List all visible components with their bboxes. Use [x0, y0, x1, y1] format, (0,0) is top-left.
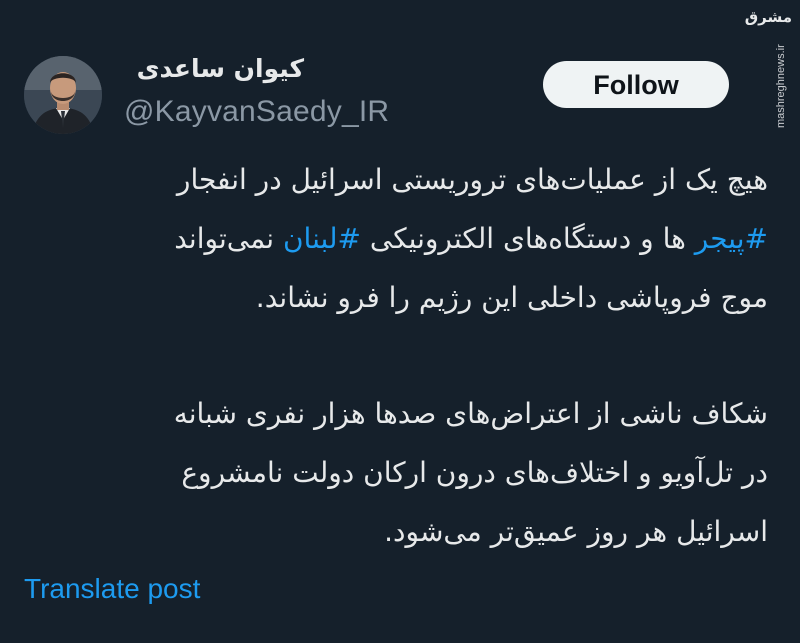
tweet-line: اسرائیل هر روز عمیق‌تر می‌شود.	[24, 502, 768, 561]
user-handle[interactable]: @KayvanSaedy_IR	[124, 94, 389, 130]
tweet-text: هیچ یک از عملیات‌های تروریستی اسرائیل در…	[24, 150, 768, 561]
tweet-line-text: هیچ یک از عملیات‌های تروریستی اسرائیل در…	[176, 163, 768, 196]
tweet-line-text: اسرائیل هر روز عمیق‌تر می‌شود.	[384, 515, 768, 548]
avatar[interactable]	[24, 56, 102, 134]
tweet-line: #پیجر ها و دستگاه‌های الکترونیکی #لبنان …	[24, 209, 768, 268]
tweet-line: در تل‌آویو و اختلاف‌های درون ارکان دولت …	[24, 443, 768, 502]
watermark: مشرق mashreghnews.ir	[745, 8, 792, 128]
tweet-line: هیچ یک از عملیات‌های تروریستی اسرائیل در…	[24, 150, 768, 209]
tweet-line-text: ها و دستگاه‌های الکترونیکی	[360, 222, 695, 255]
tweet-line: شکاف ناشی از اعتراض‌های صدها هزار نفری ش…	[24, 384, 768, 443]
tweet-line: موج فروپاشی داخلی این رژیم را فرو نشاند.	[24, 268, 768, 327]
translate-post-link[interactable]: Translate post	[24, 571, 200, 607]
tweet-line-text: شکاف ناشی از اعتراض‌های صدها هزار نفری ش…	[173, 397, 768, 430]
display-name[interactable]: کیوان ساعدی	[124, 52, 304, 86]
tweet-line-text: نمی‌تواند	[174, 222, 283, 255]
watermark-url: mashreghnews.ir	[775, 44, 787, 128]
tweet-line-text: موج فروپاشی داخلی این رژیم را فرو نشاند.	[255, 281, 768, 314]
follow-button[interactable]: Follow	[543, 61, 729, 108]
avatar-image	[24, 56, 102, 134]
watermark-logo: مشرق	[744, 8, 792, 26]
tweet-line-text: در تل‌آویو و اختلاف‌های درون ارکان دولت …	[181, 456, 768, 489]
hashtag-link[interactable]: #پیجر	[695, 222, 768, 255]
hashtag-link[interactable]: #لبنان	[283, 222, 361, 255]
tweet-card: کیوان ساعدی @KayvanSaedy_IR Follow مشرق …	[0, 0, 800, 643]
